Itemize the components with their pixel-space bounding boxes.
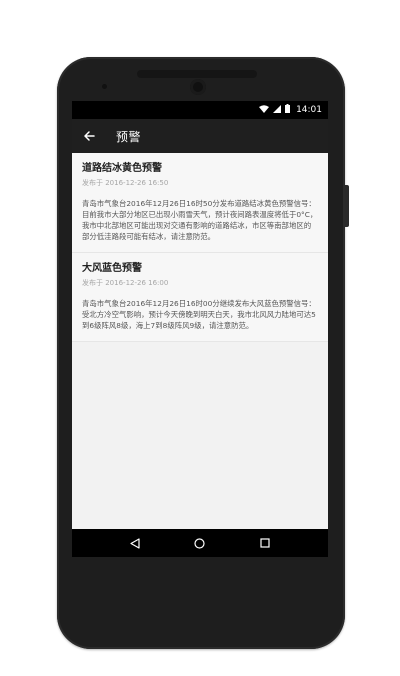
wifi-icon — [259, 104, 270, 116]
signal-icon — [273, 104, 282, 116]
battery-icon — [285, 104, 291, 116]
navigation-bar — [72, 529, 328, 557]
status-time: 14:01 — [296, 105, 322, 115]
toolbar: 预警 — [72, 119, 328, 153]
screen: 14:01 预警 道路结冰黄色预警 发布于 2016-12-26 16:50 青… — [72, 101, 328, 557]
warning-card[interactable]: 道路结冰黄色预警 发布于 2016-12-26 16:50 青岛市气象台2016… — [72, 153, 328, 253]
warning-card[interactable]: 大风蓝色预警 发布于 2016-12-26 16:00 青岛市气象台2016年1… — [72, 253, 328, 342]
warning-list: 道路结冰黄色预警 发布于 2016-12-26 16:50 青岛市气象台2016… — [72, 153, 328, 342]
status-bar: 14:01 — [72, 101, 328, 119]
recents-square-icon[interactable] — [257, 535, 273, 551]
warning-body: 青岛市气象台2016年12月26日16时00分继续发布大风蓝色预警信号：受北方冷… — [82, 299, 316, 330]
page-title: 预警 — [116, 129, 142, 144]
warning-time: 发布于 2016-12-26 16:50 — [82, 179, 169, 187]
proximity-sensor — [102, 84, 107, 89]
warning-time: 发布于 2016-12-26 16:00 — [82, 279, 169, 287]
warning-title: 大风蓝色预警 — [82, 263, 142, 274]
front-camera — [190, 79, 206, 95]
home-circle-icon[interactable] — [192, 535, 208, 551]
earpiece-speaker — [137, 70, 257, 78]
warning-body: 青岛市气象台2016年12月26日16时50分发布道路结冰黄色预警信号：目前我市… — [82, 199, 318, 241]
back-arrow-icon[interactable] — [80, 127, 98, 145]
back-triangle-icon[interactable] — [127, 535, 143, 551]
power-button — [345, 185, 349, 227]
warning-title: 道路结冰黄色预警 — [82, 163, 162, 174]
